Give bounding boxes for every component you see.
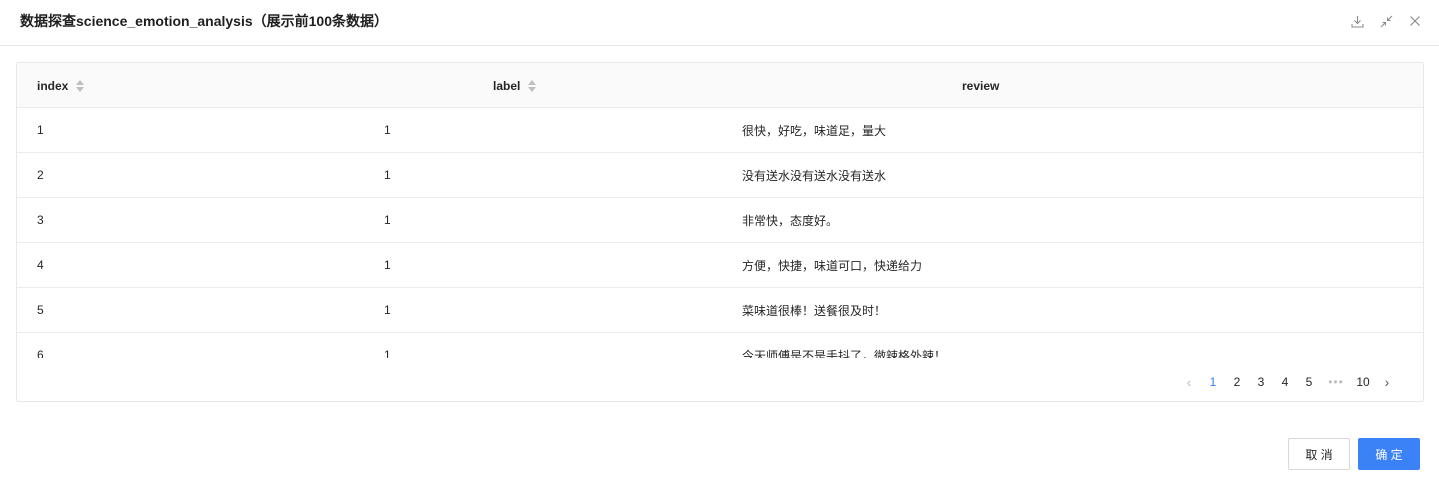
prev-page-icon[interactable]: ‹ bbox=[1177, 371, 1201, 393]
table-row: 5 1 菜味道很棒！送餐很及时！ bbox=[17, 288, 1423, 333]
page-item-last[interactable]: 10 bbox=[1351, 371, 1375, 393]
cell-label: 1 bbox=[384, 213, 391, 227]
table-row: 1 1 很快，好吃，味道足，量大 bbox=[17, 108, 1423, 153]
table-header: index label review bbox=[17, 63, 1423, 108]
column-header-label: label bbox=[493, 78, 521, 93]
cell-review: 很快，好吃，味道足，量大 bbox=[742, 123, 887, 138]
modal-title: 数据探查science_emotion_analysis（展示前100条数据） bbox=[20, 13, 389, 29]
cell-index: 1 bbox=[37, 123, 44, 137]
table-row: 4 1 方便，快捷，味道可口，快递给力 bbox=[17, 243, 1423, 288]
page-ellipsis[interactable]: ••• bbox=[1321, 371, 1351, 393]
confirm-button[interactable]: 确 定 bbox=[1358, 438, 1420, 470]
cell-index: 5 bbox=[37, 303, 44, 317]
cell-label: 1 bbox=[384, 258, 391, 272]
page-item-2[interactable]: 2 bbox=[1225, 371, 1249, 393]
page-item-3[interactable]: 3 bbox=[1249, 371, 1273, 393]
modal-footer: 取 消 确 定 bbox=[1288, 438, 1420, 470]
pagination: ‹ 1 2 3 4 5 ••• 10 › bbox=[1177, 371, 1399, 393]
cell-index: 3 bbox=[37, 213, 44, 227]
table-body[interactable]: 1 1 很快，好吃，味道足，量大 2 1 没有送水没有送水没有送水 3 1 非常… bbox=[17, 108, 1423, 358]
sort-icon[interactable] bbox=[528, 79, 537, 92]
cell-label: 1 bbox=[384, 348, 391, 358]
download-icon[interactable] bbox=[1349, 13, 1365, 29]
column-header-label-col[interactable]: label bbox=[493, 63, 537, 108]
shrink-icon[interactable] bbox=[1378, 13, 1394, 29]
table-row: 3 1 非常快，态度好。 bbox=[17, 198, 1423, 243]
cell-label: 1 bbox=[384, 123, 391, 137]
sort-icon[interactable] bbox=[76, 79, 85, 92]
table-row: 6 1 今天师傅是不是手抖了，微辣格外辣！ bbox=[17, 333, 1423, 358]
cell-index: 6 bbox=[37, 348, 44, 358]
cell-review: 非常快，态度好。 bbox=[742, 213, 839, 228]
cell-review: 没有送水没有送水没有送水 bbox=[742, 168, 887, 183]
column-header-review: review bbox=[962, 63, 999, 108]
data-table: index label review 1 1 很快，好吃，味道足，量大 2 1 … bbox=[16, 62, 1424, 402]
cell-label: 1 bbox=[384, 303, 391, 317]
cell-review: 今天师傅是不是手抖了，微辣格外辣！ bbox=[742, 348, 947, 359]
column-header-label: index bbox=[37, 78, 69, 93]
cancel-button[interactable]: 取 消 bbox=[1288, 438, 1350, 470]
header-actions bbox=[1349, 13, 1423, 29]
page-item-4[interactable]: 4 bbox=[1273, 371, 1297, 393]
cell-index: 2 bbox=[37, 168, 44, 182]
cell-label: 1 bbox=[384, 168, 391, 182]
page-item-1[interactable]: 1 bbox=[1201, 371, 1225, 393]
column-header-label: review bbox=[962, 78, 1000, 93]
table-row: 2 1 没有送水没有送水没有送水 bbox=[17, 153, 1423, 198]
cell-review: 方便，快捷，味道可口，快递给力 bbox=[742, 258, 923, 273]
cell-index: 4 bbox=[37, 258, 44, 272]
cell-review: 菜味道很棒！送餐很及时！ bbox=[742, 303, 887, 318]
modal-header: 数据探查science_emotion_analysis（展示前100条数据） bbox=[0, 0, 1439, 46]
close-icon[interactable] bbox=[1407, 13, 1423, 29]
column-header-index[interactable]: index bbox=[37, 63, 85, 108]
next-page-icon[interactable]: › bbox=[1375, 371, 1399, 393]
page-item-5[interactable]: 5 bbox=[1297, 371, 1321, 393]
